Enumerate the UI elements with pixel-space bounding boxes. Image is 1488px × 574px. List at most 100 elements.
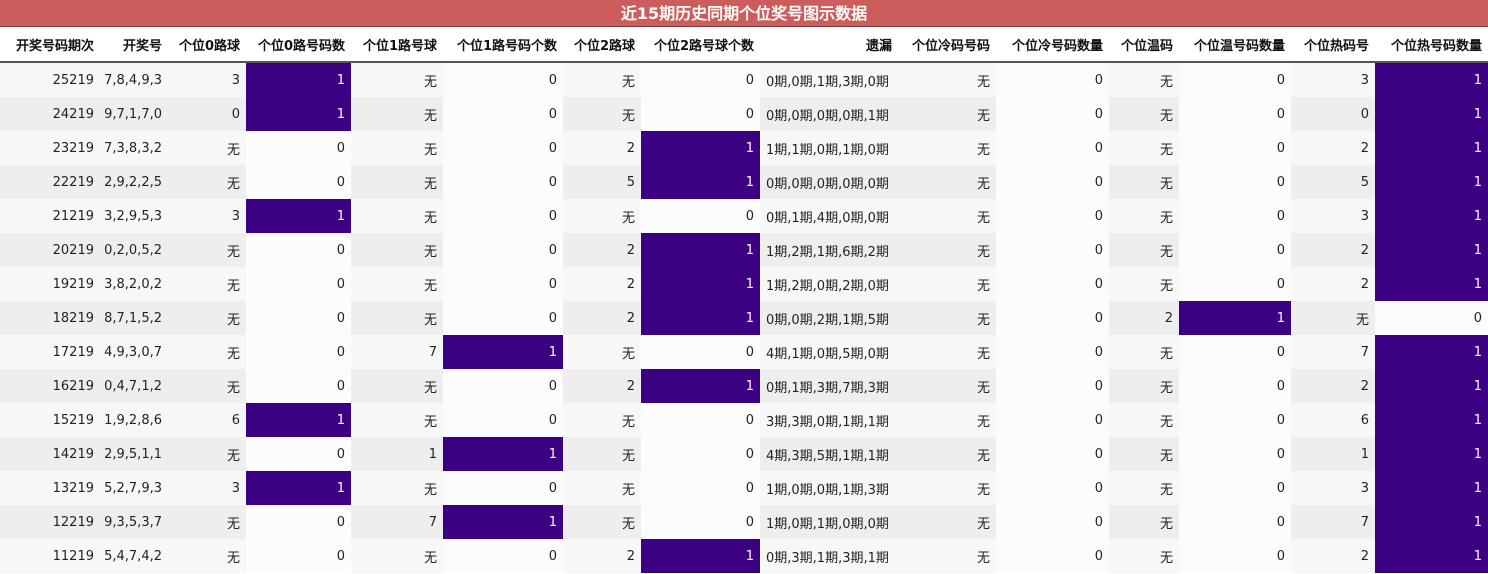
hot-count-cell: 1	[1375, 97, 1488, 131]
hot-number-cell: 2	[1291, 369, 1375, 403]
draw-number-cell: 5,2,7,9,3	[100, 471, 168, 505]
issue-cell: 18219	[0, 301, 100, 335]
road1-count-cell: 0	[443, 403, 563, 437]
header-road0-ball: 个位0路球	[168, 27, 246, 63]
cold-number-cell: 无	[898, 233, 996, 267]
hot-count-cell: 1	[1375, 267, 1488, 301]
road1-ball-cell: 7	[351, 505, 443, 539]
road1-ball-cell: 无	[351, 165, 443, 199]
header-draw-number: 开奖号	[100, 27, 168, 63]
table-row: 12219 9,3,5,3,7 无 0 7 1 无 0 1期,0期,1期,0期,0期无 0 无 0 7 1	[0, 505, 1488, 539]
warm-number-cell: 无	[1109, 131, 1179, 165]
road0-count-cell: 0	[246, 301, 351, 335]
table-row: 14219 2,9,5,1,1 无 0 1 1 无 0 4期,3期,5期,1期,1期无 0 无 0 1 1	[0, 437, 1488, 471]
warm-number-cell: 无	[1109, 62, 1179, 97]
cold-number-cell: 无	[898, 505, 996, 539]
hot-number-cell: 7	[1291, 335, 1375, 369]
hot-count-cell: 1	[1375, 62, 1488, 97]
warm-count-cell: 0	[1179, 539, 1291, 573]
table-row: 11219 5,4,7,4,2 无 0 无 0 2 1 0期,3期,1期,3期,1期无 0 无 0 2 1	[0, 539, 1488, 573]
warm-number-cell: 无	[1109, 471, 1179, 505]
header-road1-ball: 个位1路号球	[351, 27, 443, 63]
cold-number-cell: 无	[898, 437, 996, 471]
warm-count-cell: 0	[1179, 131, 1291, 165]
warm-count-cell: 0	[1179, 165, 1291, 199]
warm-count-cell: 0	[1179, 233, 1291, 267]
missing-cell: 1期,2期,0期,2期,0期	[760, 267, 898, 301]
road0-count-cell: 1	[246, 199, 351, 233]
road2-ball-cell: 无	[563, 403, 641, 437]
road1-count-cell: 0	[443, 165, 563, 199]
missing-cell: 0期,3期,1期,3期,1期	[760, 539, 898, 573]
road2-ball-cell: 2	[563, 267, 641, 301]
cold-count-cell: 0	[996, 165, 1109, 199]
warm-count-cell: 0	[1179, 335, 1291, 369]
cold-count-cell: 0	[996, 505, 1109, 539]
road0-count-cell: 1	[246, 471, 351, 505]
cold-count-cell: 0	[996, 199, 1109, 233]
road0-count-cell: 1	[246, 97, 351, 131]
road1-count-cell: 0	[443, 539, 563, 573]
road1-ball-cell: 无	[351, 301, 443, 335]
cold-count-cell: 0	[996, 437, 1109, 471]
issue-cell: 20219	[0, 233, 100, 267]
road0-ball-cell: 3	[168, 199, 246, 233]
cold-number-cell: 无	[898, 539, 996, 573]
cold-count-cell: 0	[996, 267, 1109, 301]
missing-cell: 0期,0期,0期,0期,1期	[760, 97, 898, 131]
road2-count-cell: 0	[641, 403, 760, 437]
hot-number-cell: 3	[1291, 199, 1375, 233]
road1-ball-cell: 无	[351, 539, 443, 573]
hot-count-cell: 1	[1375, 471, 1488, 505]
road0-ball-cell: 无	[168, 301, 246, 335]
missing-cell: 4期,3期,5期,1期,1期	[760, 437, 898, 471]
table-row: 25219 7,8,4,9,3 3 1 无 0 无 0 0期,0期,1期,3期,0期无 0 无 0 3 1	[0, 62, 1488, 97]
road1-ball-cell: 无	[351, 199, 443, 233]
road1-count-cell: 0	[443, 97, 563, 131]
missing-cell: 1期,2期,1期,6期,2期	[760, 233, 898, 267]
warm-number-cell: 无	[1109, 165, 1179, 199]
hot-count-cell: 1	[1375, 335, 1488, 369]
table-row: 21219 3,2,9,5,3 3 1 无 0 无 0 0期,1期,4期,0期,0期无 0 无 0 3 1	[0, 199, 1488, 233]
issue-cell: 23219	[0, 131, 100, 165]
road0-ball-cell: 无	[168, 505, 246, 539]
road0-ball-cell: 3	[168, 471, 246, 505]
road2-count-cell: 1	[641, 267, 760, 301]
warm-count-cell: 0	[1179, 403, 1291, 437]
draw-number-cell: 3,8,2,0,2	[100, 267, 168, 301]
issue-cell: 12219	[0, 505, 100, 539]
header-road2-count: 个位2路号球个数	[641, 27, 760, 63]
road2-ball-cell: 5	[563, 165, 641, 199]
hot-count-cell: 1	[1375, 539, 1488, 573]
road2-ball-cell: 无	[563, 62, 641, 97]
road2-count-cell: 0	[641, 97, 760, 131]
issue-cell: 21219	[0, 199, 100, 233]
warm-count-cell: 0	[1179, 369, 1291, 403]
warm-count-cell: 0	[1179, 97, 1291, 131]
table-row: 23219 7,3,8,3,2 无 0 无 0 2 1 1期,1期,0期,1期,0期无 0 无 0 2 1	[0, 131, 1488, 165]
road0-ball-cell: 无	[168, 165, 246, 199]
road2-ball-cell: 无	[563, 505, 641, 539]
road2-ball-cell: 无	[563, 437, 641, 471]
table-row: 18219 8,7,1,5,2 无 0 无 0 2 1 0期,0期,2期,1期,5期无 0 2 1 无 0	[0, 301, 1488, 335]
road0-ball-cell: 0	[168, 97, 246, 131]
road2-ball-cell: 无	[563, 471, 641, 505]
missing-cell: 3期,3期,0期,1期,1期	[760, 403, 898, 437]
issue-cell: 14219	[0, 437, 100, 471]
issue-cell: 11219	[0, 539, 100, 573]
cold-count-cell: 0	[996, 539, 1109, 573]
hot-count-cell: 1	[1375, 403, 1488, 437]
header-warm-count: 个位温号码数量	[1179, 27, 1291, 63]
cold-number-cell: 无	[898, 369, 996, 403]
cold-number-cell: 无	[898, 335, 996, 369]
warm-count-cell: 0	[1179, 471, 1291, 505]
road0-ball-cell: 无	[168, 233, 246, 267]
warm-count-cell: 1	[1179, 301, 1291, 335]
road1-count-cell: 0	[443, 369, 563, 403]
cold-count-cell: 0	[996, 403, 1109, 437]
cold-count-cell: 0	[996, 369, 1109, 403]
road0-ball-cell: 6	[168, 403, 246, 437]
draw-number-cell: 5,4,7,4,2	[100, 539, 168, 573]
road2-count-cell: 0	[641, 437, 760, 471]
road0-count-cell: 0	[246, 539, 351, 573]
